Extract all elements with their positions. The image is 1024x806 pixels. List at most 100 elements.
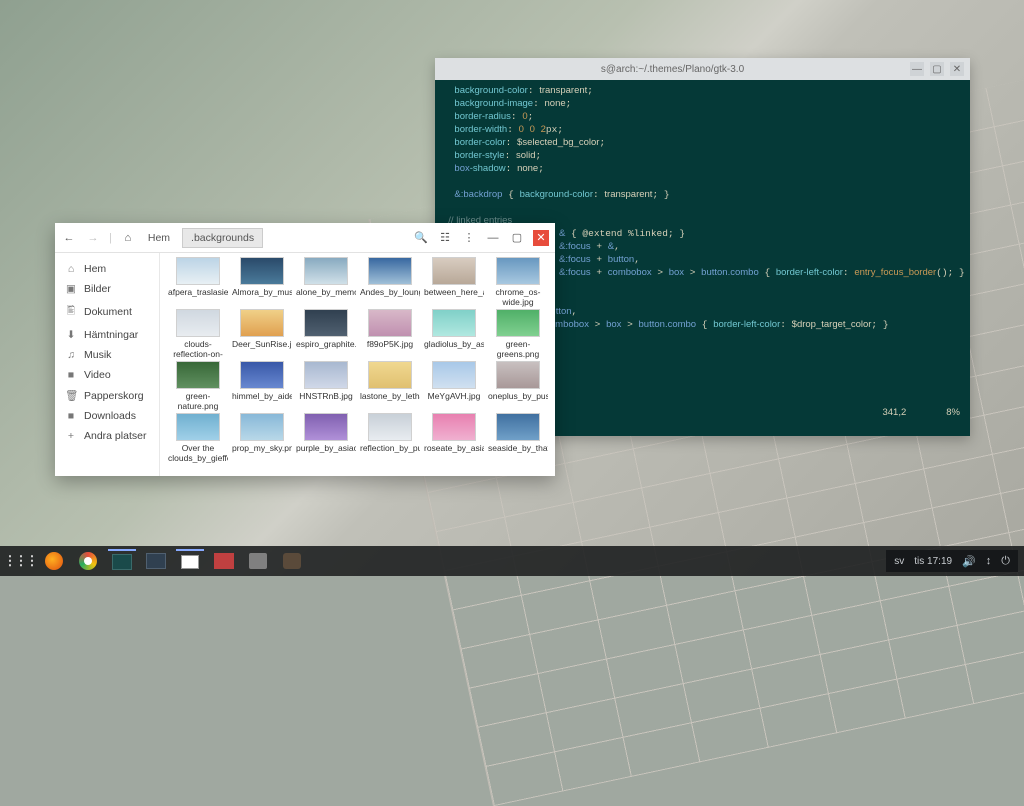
file-label: prop_my_sky.png — [232, 443, 292, 463]
file-label: Deer_SunRise.jpg — [232, 339, 292, 359]
app-icon-2[interactable] — [278, 549, 306, 573]
code-editor-icon[interactable] — [142, 549, 170, 573]
file-item[interactable]: lastone_by_lethalnik_art.jpg — [360, 361, 420, 411]
file-label: Over the clouds_by_gieffe22.jpg — [168, 443, 228, 463]
network-icon[interactable]: ↕ — [986, 555, 992, 567]
sidebar-item-icon: + — [65, 430, 77, 442]
file-thumbnail — [176, 257, 220, 285]
system-tray: sv tis 17:19 🔊 ↕ ⏻ — [886, 550, 1018, 572]
file-item[interactable]: Deer_SunRise.jpg — [232, 309, 292, 359]
sidebar-item-label: Dokument — [84, 306, 132, 318]
view-mode-icon[interactable]: ☷ — [437, 230, 453, 246]
terminal-titlebar[interactable]: s@arch:~/.themes/Plano/gtk-3.0 — ▢ ✕ — [435, 58, 970, 80]
file-thumbnail — [432, 413, 476, 441]
file-thumbnail — [240, 309, 284, 337]
file-item[interactable]: green-nature.png — [168, 361, 228, 411]
crumb-home[interactable]: Hem — [140, 229, 178, 247]
file-item[interactable]: chrome_os-wide.jpg — [488, 257, 548, 307]
file-label: seaside_by_thatonetommy.png — [488, 443, 548, 463]
sidebar-item-papperskorg[interactable]: 🗑Papperskorg — [55, 385, 159, 406]
file-label: reflection_by_puscifer91.png — [360, 443, 420, 463]
chrome-icon[interactable] — [74, 549, 102, 573]
file-item[interactable]: roseate_by_asiaonly.jpg — [424, 413, 484, 463]
terminal-title: s@arch:~/.themes/Plano/gtk-3.0 — [441, 64, 904, 75]
minimize-button[interactable]: — — [485, 230, 501, 246]
file-item[interactable]: prop_my_sky.png — [232, 413, 292, 463]
fm-content[interactable]: afpera_traslasierra_by_adn_per...Almora_… — [160, 253, 555, 476]
file-label: HNSTRnB.jpg — [299, 391, 352, 411]
file-thumbnail — [240, 257, 284, 285]
sidebar-item-downloads[interactable]: ■Downloads — [55, 406, 159, 426]
back-button[interactable]: ← — [61, 230, 77, 246]
file-label: himmel_by_aidendrew.jpg — [232, 391, 292, 411]
sidebar-item-icon: ⬇ — [65, 329, 77, 341]
file-thumbnail — [432, 309, 476, 337]
sidebar-item-bilder[interactable]: ▣ Bilder — [55, 279, 159, 299]
file-item[interactable]: green-greens.png — [488, 309, 548, 359]
file-item[interactable]: HNSTRnB.jpg — [296, 361, 356, 411]
file-label: lastone_by_lethalnik_art.jpg — [360, 391, 420, 411]
file-item[interactable]: clouds-reflection-on-the-beach-b... — [168, 309, 228, 359]
sidebar-item-label: Bilder — [84, 283, 111, 295]
maximize-button[interactable]: ▢ — [930, 62, 944, 76]
file-item[interactable]: gladiolus_by_asiaonly.jpg — [424, 309, 484, 359]
menu-icon[interactable]: ⋮ — [461, 230, 477, 246]
terminal-icon[interactable] — [108, 549, 136, 573]
file-item[interactable]: between_here_and_there_deskt... — [424, 257, 484, 307]
file-item[interactable]: MeYgAVH.jpg — [424, 361, 484, 411]
file-manager-icon[interactable] — [176, 549, 204, 573]
file-thumbnail — [368, 257, 412, 285]
file-item[interactable]: afpera_traslasierra_by_adn_per... — [168, 257, 228, 307]
sidebar-item-icon: 🖺 — [65, 303, 77, 321]
sidebar-item-musik[interactable]: ♫Musik — [55, 345, 159, 365]
file-item[interactable]: himmel_by_aidendrew.jpg — [232, 361, 292, 411]
sidebar-item-label: Video — [84, 369, 111, 381]
file-item[interactable]: seaside_by_thatonetommy.png — [488, 413, 548, 463]
file-label: gladiolus_by_asiaonly.jpg — [424, 339, 484, 359]
file-thumbnail — [432, 361, 476, 389]
firefox-icon[interactable] — [40, 549, 68, 573]
close-button[interactable]: ✕ — [533, 230, 549, 246]
file-item[interactable]: f89oP5K.jpg — [360, 309, 420, 359]
sidebar-item-video[interactable]: ■ Video — [55, 365, 159, 385]
file-item[interactable]: purple_by_asiaonly.jpg — [296, 413, 356, 463]
file-item[interactable]: Andes_by_loungedy.jpg — [360, 257, 420, 307]
maximize-button[interactable]: ▢ — [509, 230, 525, 246]
file-label: alone_by_memovaslg.png — [296, 287, 356, 307]
file-thumbnail — [432, 257, 476, 285]
keyboard-layout[interactable]: sv — [894, 556, 904, 567]
volume-icon[interactable]: 🔊 — [962, 555, 976, 568]
file-thumbnail — [496, 309, 540, 337]
crumb-current[interactable]: .backgrounds — [182, 228, 263, 248]
file-item[interactable]: Almora_by_mustberesult.png — [232, 257, 292, 307]
power-icon[interactable]: ⏻ — [1001, 555, 1010, 568]
file-label: chrome_os-wide.jpg — [488, 287, 548, 307]
text-editor-icon[interactable] — [210, 549, 238, 573]
file-label: espiro_graphite.jpg — [296, 339, 356, 359]
fm-toolbar: ← → | ⌂ Hem .backgrounds 🔍 ☷ ⋮ — ▢ ✕ — [55, 223, 555, 253]
file-label: green-greens.png — [488, 339, 548, 359]
file-item[interactable]: Over the clouds_by_gieffe22.jpg — [168, 413, 228, 463]
file-thumbnail — [240, 361, 284, 389]
close-button[interactable]: ✕ — [950, 62, 964, 76]
file-item[interactable]: espiro_graphite.jpg — [296, 309, 356, 359]
sidebar-item-hem[interactable]: ⌂Hem — [55, 259, 159, 279]
sidebar-item-icon: ■ — [65, 410, 77, 422]
app-icon-1[interactable] — [244, 549, 272, 573]
file-thumbnail — [368, 361, 412, 389]
search-icon[interactable]: 🔍 — [413, 230, 429, 246]
forward-button[interactable]: → — [85, 230, 101, 246]
home-icon[interactable]: ⌂ — [120, 230, 136, 246]
sidebar-item-icon: ■ — [65, 369, 77, 381]
file-item[interactable]: alone_by_memovaslg.png — [296, 257, 356, 307]
sidebar-item-andra-platser[interactable]: +Andra platser — [55, 426, 159, 446]
file-thumbnail — [176, 361, 220, 389]
sidebar-item-hämtningar[interactable]: ⬇Hämtningar — [55, 325, 159, 345]
sidebar-item-icon: ▣ — [65, 283, 77, 295]
clock[interactable]: tis 17:19 — [914, 556, 952, 567]
sidebar-item-dokument[interactable]: 🖺 Dokument — [55, 299, 159, 325]
file-item[interactable]: reflection_by_puscifer91.png — [360, 413, 420, 463]
file-item[interactable]: oneplus_by_puscifer91.png — [488, 361, 548, 411]
minimize-button[interactable]: — — [910, 62, 924, 76]
app-launcher-icon[interactable]: ⋮⋮⋮ — [6, 549, 34, 573]
